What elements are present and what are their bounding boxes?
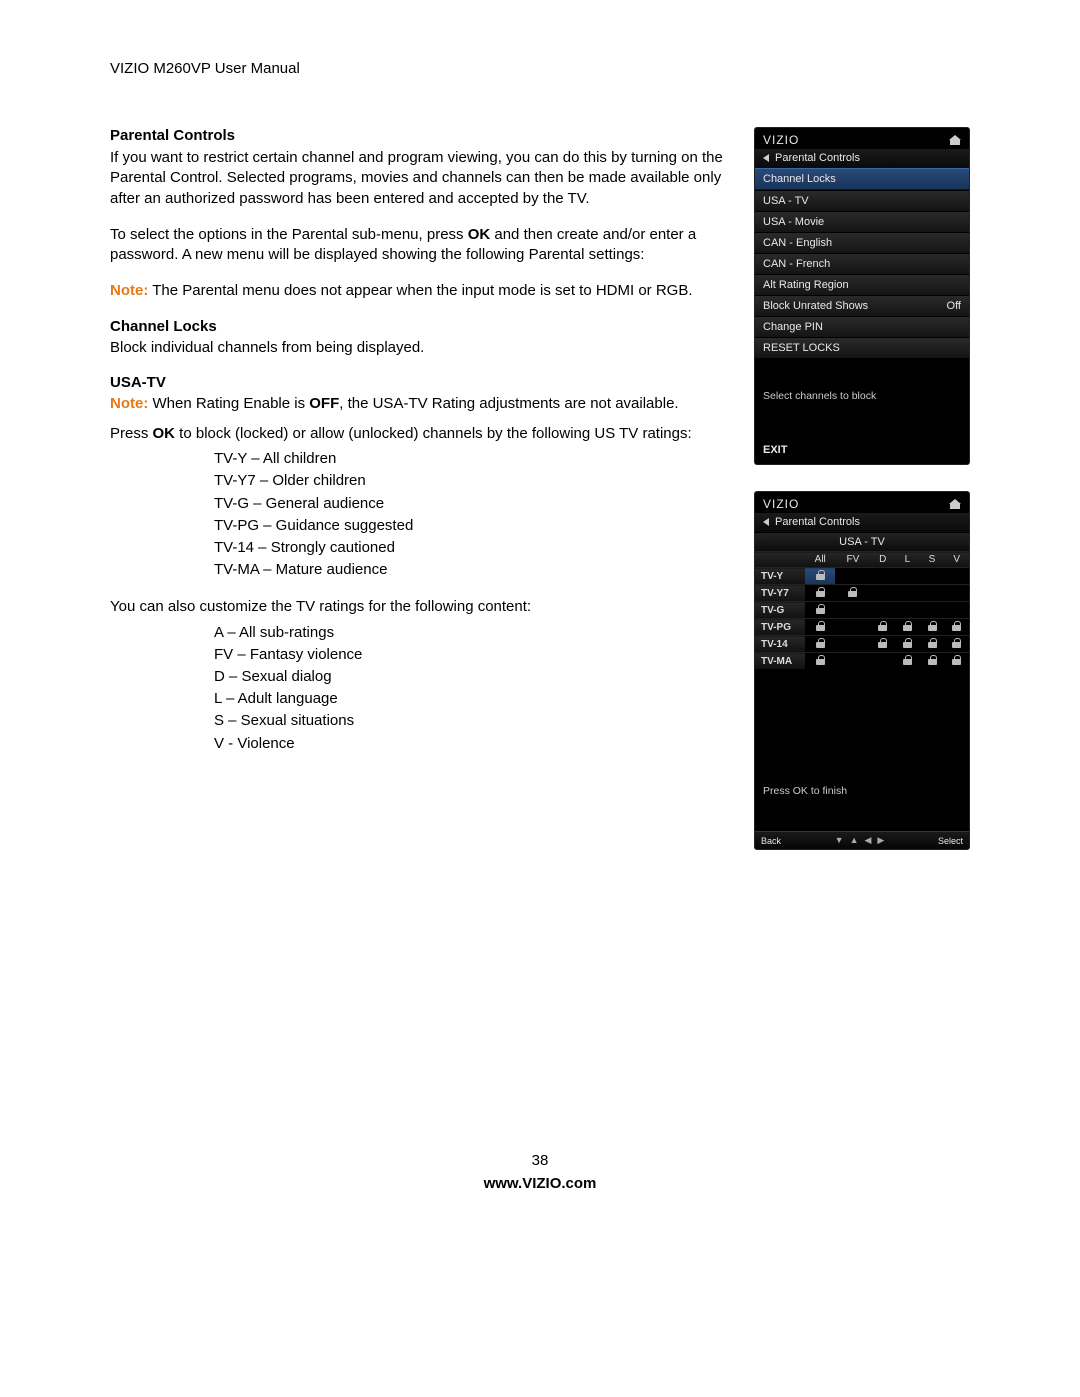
- heading-parental-controls: Parental Controls: [110, 127, 732, 144]
- heading-channel-locks: Channel Locks: [110, 318, 732, 335]
- osd-subhead: USA - TV: [755, 532, 969, 551]
- lock-icon: [903, 638, 912, 647]
- rating-grid: All FV D L S V TV-Y: [755, 551, 969, 669]
- menu-item-change-pin[interactable]: Change PIN: [755, 316, 969, 337]
- col-s: S: [920, 552, 945, 568]
- col-all: All: [805, 552, 835, 568]
- document-body: Parental Controls If you want to restric…: [110, 127, 732, 771]
- row-tvy[interactable]: TV-Y: [755, 568, 969, 585]
- row-tvma[interactable]: TV-MA: [755, 653, 969, 670]
- lock-icon: [816, 570, 825, 579]
- lock-icon: [848, 587, 857, 596]
- osd-parental-menu: VIZIO Parental Controls Channel Locks US…: [754, 127, 970, 465]
- para-note-hdmi: Note: The Parental menu does not appear …: [110, 281, 732, 301]
- menu-item-alt-rating[interactable]: Alt Rating Region: [755, 274, 969, 295]
- lock-icon: [928, 655, 937, 664]
- note-label: Note:: [110, 395, 148, 412]
- heading-usa-tv: USA-TV: [110, 374, 732, 391]
- row-tvy7[interactable]: TV-Y7: [755, 585, 969, 602]
- menu-item-usa-movie[interactable]: USA - Movie: [755, 211, 969, 232]
- menu-item-reset-locks[interactable]: RESET LOCKS: [755, 337, 969, 358]
- btn-select[interactable]: Select: [938, 836, 963, 846]
- para-custom-content: You can also customize the TV ratings fo…: [110, 597, 732, 617]
- btn-back[interactable]: Back: [761, 836, 781, 846]
- lock-icon: [816, 621, 825, 630]
- row-tvpg[interactable]: TV-PG: [755, 619, 969, 636]
- home-icon[interactable]: [949, 499, 961, 509]
- manual-title: VIZIO M260VP User Manual: [110, 60, 970, 77]
- back-arrow-icon[interactable]: [763, 518, 769, 526]
- menu-item-usa-tv[interactable]: USA - TV: [755, 190, 969, 211]
- lock-icon: [952, 621, 961, 630]
- lock-icon: [952, 655, 961, 664]
- row-tv14[interactable]: TV-14: [755, 636, 969, 653]
- lock-icon: [903, 621, 912, 630]
- col-fv: FV: [835, 552, 870, 568]
- content-list: A – All sub-ratings FV – Fantasy violenc…: [214, 622, 732, 755]
- osd-breadcrumb: Parental Controls: [775, 516, 860, 528]
- lock-icon: [878, 638, 887, 647]
- lock-icon: [952, 638, 961, 647]
- lock-icon: [878, 621, 887, 630]
- col-l: L: [895, 552, 920, 568]
- osd-hint-text: Press OK to finish: [755, 779, 969, 803]
- para-select-options: To select the options in the Parental su…: [110, 225, 732, 266]
- menu-item-block-unrated[interactable]: Block Unrated Shows Off: [755, 295, 969, 316]
- osd-exit[interactable]: EXIT: [755, 438, 969, 464]
- lock-icon: [903, 655, 912, 664]
- lock-icon: [816, 638, 825, 647]
- block-unrated-value: Off: [947, 300, 961, 312]
- lock-icon: [816, 604, 825, 613]
- page-number: 38: [110, 1150, 970, 1173]
- lock-icon: [816, 587, 825, 596]
- osd-brand: VIZIO: [763, 133, 799, 147]
- row-tvg[interactable]: TV-G: [755, 602, 969, 619]
- back-arrow-icon[interactable]: [763, 154, 769, 162]
- lock-icon: [928, 621, 937, 630]
- note-label: Note:: [110, 282, 148, 299]
- col-v: V: [944, 552, 969, 568]
- footer-url: www.VIZIO.com: [110, 1173, 970, 1196]
- osd-brand: VIZIO: [763, 497, 799, 511]
- lock-icon: [928, 638, 937, 647]
- para-channel-locks: Block individual channels from being dis…: [110, 338, 732, 358]
- menu-item-can-french[interactable]: CAN - French: [755, 253, 969, 274]
- para-intro: If you want to restrict certain channel …: [110, 148, 732, 209]
- osd-breadcrumb: Parental Controls: [775, 152, 860, 164]
- home-icon[interactable]: [949, 135, 961, 145]
- nav-arrows[interactable]: ▼▲◀▶: [832, 835, 888, 846]
- ratings-list: TV-Y – All children TV-Y7 – Older childr…: [214, 448, 732, 581]
- page-footer: 38 www.VIZIO.com: [110, 1150, 970, 1195]
- para-usa-tv-press-ok: Press OK to block (locked) or allow (unl…: [110, 424, 732, 444]
- osd-bottom-bar: Back ▼▲◀▶ Select: [755, 831, 969, 849]
- para-usa-tv-note: Note: When Rating Enable is OFF, the USA…: [110, 394, 732, 414]
- col-d: D: [870, 552, 895, 568]
- osd-usa-tv-grid: VIZIO Parental Controls USA - TV All FV …: [754, 491, 970, 850]
- menu-item-can-english[interactable]: CAN - English: [755, 232, 969, 253]
- lock-icon: [816, 655, 825, 664]
- osd-hint-text: Select channels to block: [755, 384, 969, 408]
- menu-item-channel-locks[interactable]: Channel Locks: [755, 168, 969, 190]
